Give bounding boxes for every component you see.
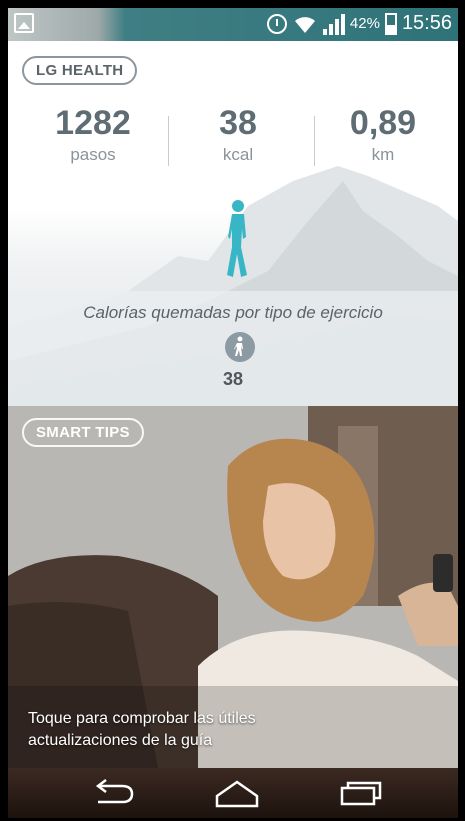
smart-tips-card[interactable]: SMART TIPS Toque para comprobar las útil… [8,406,458,768]
back-icon[interactable] [90,778,138,808]
steps-value: 1282 [55,104,131,142]
recents-icon[interactable] [338,778,386,808]
status-bar: 42% 15:56 [8,8,458,41]
distance-value: 0,89 [349,104,417,142]
kcal-value: 38 [219,104,257,142]
home-icon[interactable] [213,778,261,808]
signal-icon [322,13,345,35]
distance-stat: 0,89 km [308,103,458,165]
alarm-icon [266,13,287,34]
wifi-icon [294,16,315,33]
walk-exercise-icon [225,332,255,362]
image-notification-icon [14,13,34,33]
steps-unit: pasos [70,145,116,164]
distance-unit: km [371,145,395,164]
phone-screen: 42% 15:56 LG HEALTH 1282 pasos 38 kcal 0… [8,8,458,818]
calories-value: 38 [222,369,244,389]
smart-tips-badge: SMART TIPS [22,418,144,447]
walking-person-icon [227,200,247,277]
battery-percent: 42% [349,15,380,32]
calories-by-exercise: Calorías quemadas por tipo de ejercicio … [8,291,458,411]
smart-tips-line1: Toque para comprobar las útiles [28,710,256,727]
calories-title: Calorías quemadas por tipo de ejercicio [83,303,383,322]
navigation-bar [8,768,458,818]
lg-health-badge: LG HEALTH [22,56,138,85]
clock: 15:56 [401,12,452,34]
kcal-stat: 38 kcal [163,103,313,165]
battery-icon [384,12,397,35]
lg-health-widget[interactable]: LG HEALTH 1282 pasos 38 kcal 0,89 km Cal… [8,41,458,411]
smart-tips-line2: actualizaciones de la guía [28,732,213,749]
kcal-unit: kcal [222,145,254,164]
steps-stat: 1282 pasos [18,103,168,165]
smart-tips-text: Toque para comprobar las útiles actualiz… [28,708,328,752]
